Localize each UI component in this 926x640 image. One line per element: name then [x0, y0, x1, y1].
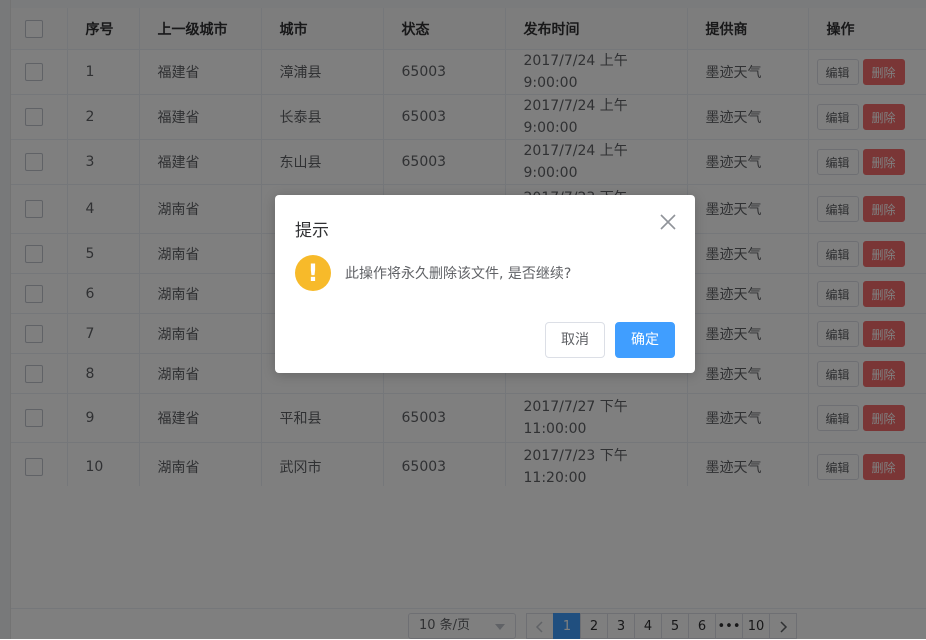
- warning-icon: !: [295, 255, 331, 291]
- dialog-title: 提示: [295, 221, 329, 241]
- close-icon[interactable]: [659, 213, 677, 231]
- cancel-button[interactable]: 取消: [545, 322, 605, 358]
- confirm-button[interactable]: 确定: [615, 322, 675, 358]
- confirm-dialog: 提示 ! 此操作将永久删除该文件, 是否继续? 取消 确定: [275, 195, 695, 373]
- dialog-message: 此操作将永久删除该文件, 是否继续?: [345, 266, 572, 282]
